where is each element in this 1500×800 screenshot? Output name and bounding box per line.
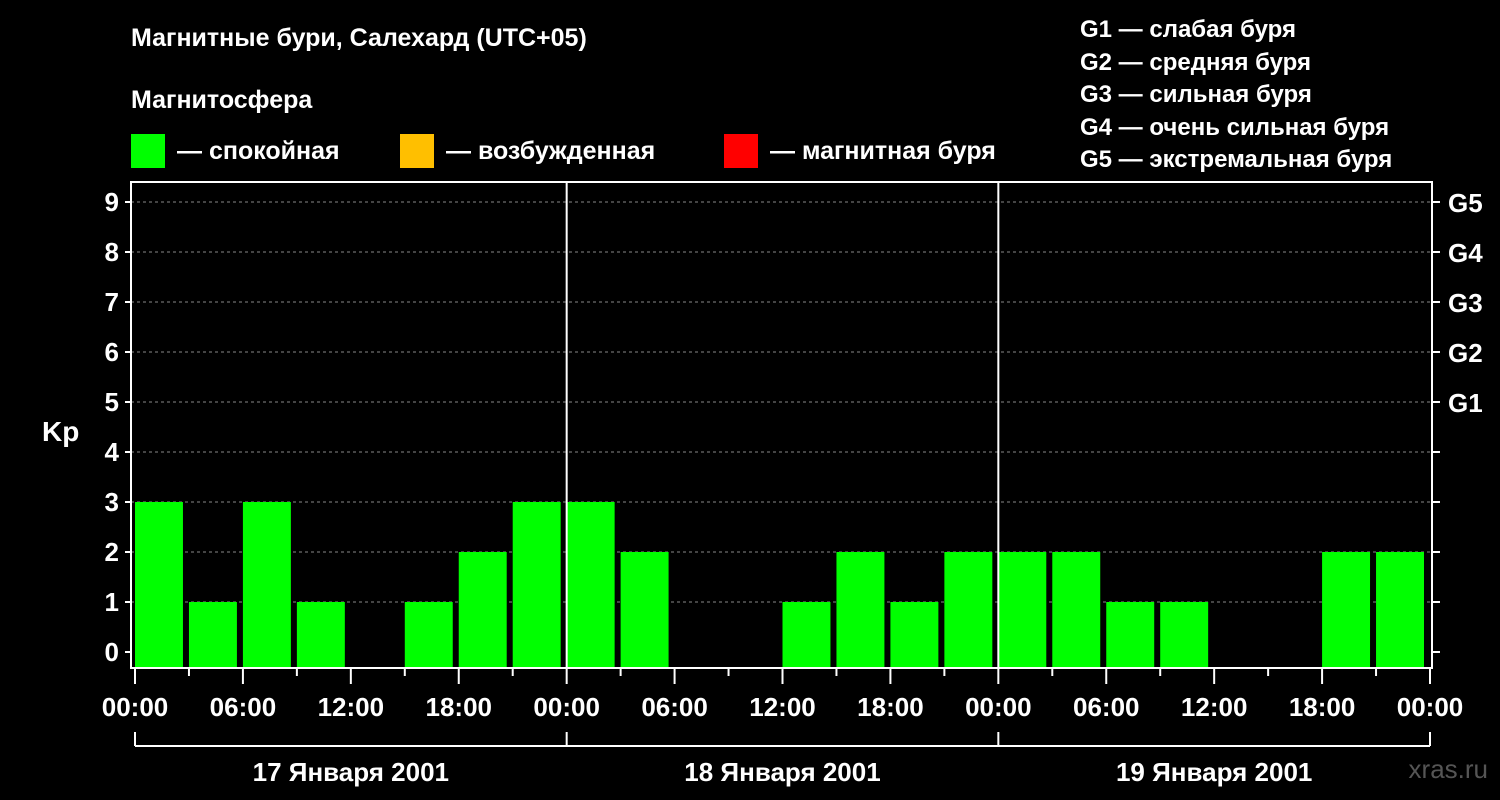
y-tick-label: 6 xyxy=(105,337,119,367)
kp-bar xyxy=(1052,552,1101,668)
x-tick-label: 12:00 xyxy=(318,692,385,722)
kp-bar xyxy=(135,502,183,668)
kp-bar xyxy=(620,552,669,668)
x-tick-label: 06:00 xyxy=(1073,692,1140,722)
x-tick-label: 00:00 xyxy=(102,692,169,722)
watermark: xras.ru xyxy=(1408,754,1488,784)
kp-bar xyxy=(566,502,615,668)
y-axis-label: Kp xyxy=(42,416,79,447)
kp-bar xyxy=(782,602,831,668)
g-level-label: G2 xyxy=(1448,338,1483,368)
y-tick-label: 0 xyxy=(105,637,119,667)
y-tick-label: 5 xyxy=(105,387,119,417)
kp-bar xyxy=(890,602,939,668)
y-tick-label: 4 xyxy=(105,437,120,467)
x-tick-label: 00:00 xyxy=(533,692,600,722)
kp-bar xyxy=(242,502,291,668)
kp-bar xyxy=(1106,602,1155,668)
kp-bar xyxy=(944,552,993,668)
y-tick-label: 7 xyxy=(105,287,119,317)
x-tick-label: 18:00 xyxy=(1289,692,1356,722)
kp-bar xyxy=(836,552,885,668)
g-level-label: G5 xyxy=(1448,188,1483,218)
y-tick-label: 2 xyxy=(105,537,119,567)
y-tick-label: 3 xyxy=(105,487,119,517)
x-tick-label: 12:00 xyxy=(1181,692,1248,722)
x-tick-label: 00:00 xyxy=(1397,692,1464,722)
plot-frame xyxy=(130,181,1433,669)
y-tick-label: 9 xyxy=(105,187,119,217)
kp-bar xyxy=(404,602,453,668)
day-label: 18 Января 2001 xyxy=(684,757,880,787)
kp-bar xyxy=(998,552,1047,668)
kp-bar xyxy=(1376,552,1424,668)
g-level-label: G1 xyxy=(1448,388,1483,418)
kp-bar xyxy=(296,602,345,668)
kp-bar xyxy=(1160,602,1209,668)
x-tick-label: 06:00 xyxy=(641,692,708,722)
x-tick-label: 00:00 xyxy=(965,692,1032,722)
y-tick-label: 1 xyxy=(105,587,119,617)
g-level-label: G4 xyxy=(1448,238,1483,268)
y-tick-label: 8 xyxy=(105,237,119,267)
kp-bar xyxy=(458,552,507,668)
x-tick-label: 12:00 xyxy=(749,692,816,722)
day-label: 19 Января 2001 xyxy=(1116,757,1312,787)
x-tick-label: 06:00 xyxy=(210,692,277,722)
x-tick-label: 18:00 xyxy=(857,692,924,722)
kp-bar xyxy=(512,502,561,668)
g-level-label: G3 xyxy=(1448,288,1483,318)
kp-bar-chart: 0 1 2 3 4 5 6 7 8 9 G1 G2 G3 G4 G5 Kp 00:00 06:00 12:00 18:… xyxy=(42,181,1483,787)
kp-bar xyxy=(188,602,237,668)
kp-bar xyxy=(1322,552,1371,668)
day-label: 17 Января 2001 xyxy=(253,757,449,787)
x-tick-label: 18:00 xyxy=(426,692,493,722)
